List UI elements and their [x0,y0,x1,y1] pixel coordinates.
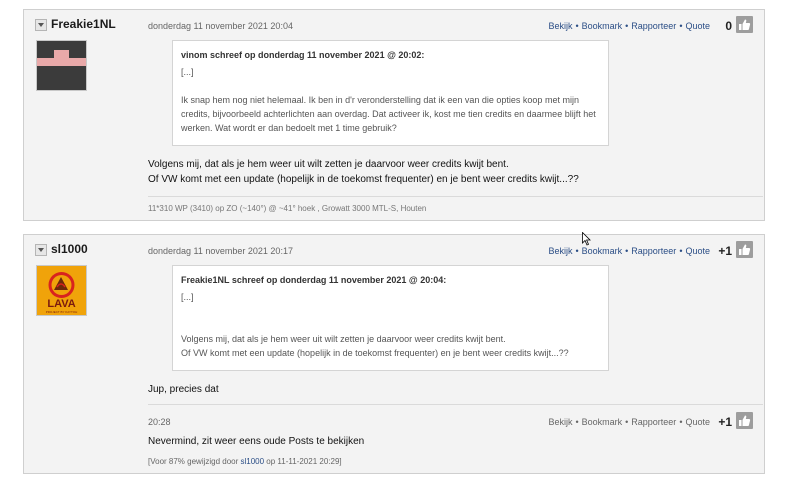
thumbs-up-icon[interactable] [736,412,753,429]
view-link[interactable]: Bekijk [548,417,572,427]
followup-body: Nevermind, zit weer eens oude Posts te b… [148,436,365,447]
post-actions: Bekijk • Bookmark • Rapporteer • Quote [548,246,710,256]
report-link[interactable]: Rapporteer [631,246,676,256]
post-username[interactable]: sl1000 [51,242,88,256]
quote-line: werken. Wat wordt er dan bedoelt met 1 t… [181,123,397,133]
mouse-cursor-icon [582,232,591,246]
post-score: 0 [725,19,732,33]
bookmark-link[interactable]: Bookmark [582,417,623,427]
post-date: donderdag 11 november 2021 20:17 [148,246,293,256]
bookmark-link[interactable]: Bookmark [582,246,623,256]
edit-notice: [Voor 87% gewijzigd door sl1000 op 11-11… [148,457,342,466]
quote-line: Ik snap hem nog niet helemaal. Ik ben in… [181,95,579,105]
post-body: Volgens mij, dat als je hem weer uit wil… [148,157,579,187]
avatar-lettering: LAVA PROJECT BY KAYTOH [46,298,78,314]
view-link[interactable]: Bekijk [548,246,572,256]
view-link[interactable]: Bekijk [548,21,572,31]
collapse-toggle-icon[interactable] [35,19,47,31]
avatar[interactable] [36,40,87,91]
followup-divider [148,404,763,405]
thumbs-up-icon[interactable] [736,241,753,258]
edit-prefix: [Voor 87% gewijzigd door [148,457,241,466]
post-sl1000: sl1000 LAVA PROJECT BY KAYTOH donderdag … [23,234,765,474]
post-score: +1 [718,244,732,258]
post-username[interactable]: Freakie1NL [51,17,116,31]
signature: 11*310 WP (3410) op ZO (~140°) @ ~41° ho… [148,204,427,213]
quote-line: Of VW komt met een update (hopelijk in d… [181,348,569,358]
quote-header: vinom schreef op donderdag 11 november 2… [181,50,425,60]
followup-actions: Bekijk • Bookmark • Rapporteer • Quote [548,417,710,427]
quote-line [181,79,600,93]
report-link[interactable]: Rapporteer [631,417,676,427]
thumbs-up-icon[interactable] [736,16,753,33]
quote-block: vinom schreef op donderdag 11 november 2… [172,40,609,146]
quote-line: [...] [181,292,194,302]
quote-link[interactable]: Quote [685,21,710,31]
avatar-image [37,41,86,90]
avatar-lava-text: LAVA [47,298,75,310]
edit-suffix: op 11-11-2021 20:29] [264,457,342,466]
followup-time: 20:28 [148,417,171,427]
quote-line: Volgens mij, dat als je hem weer uit wil… [181,334,506,344]
quote-line: credits, bijvoorbeeld achterlichten aan … [181,109,596,119]
quote-header: Freakie1NL schreef op donderdag 11 novem… [181,275,447,285]
quote-line [181,304,600,318]
collapse-toggle-icon[interactable] [35,244,47,256]
quote-line [181,318,600,332]
post-body: Jup, precies dat [148,382,219,397]
post-freakie1nl: Freakie1NL donderdag 11 november 2021 20… [23,9,765,221]
bookmark-link[interactable]: Bookmark [582,21,623,31]
avatar-subtext: PROJECT BY KAYTOH [46,310,78,314]
body-line: Of VW komt met een update (hopelijk in d… [148,174,579,185]
report-link[interactable]: Rapporteer [631,21,676,31]
body-line: Volgens mij, dat als je hem weer uit wil… [148,159,509,170]
post-actions: Bekijk • Bookmark • Rapporteer • Quote [548,21,710,31]
quote-block: Freakie1NL schreef op donderdag 11 novem… [172,265,609,371]
followup-score: +1 [718,415,732,429]
quote-link[interactable]: Quote [685,246,710,256]
body-line: Jup, precies dat [148,384,219,395]
edit-user-link[interactable]: sl1000 [241,457,265,466]
quote-link[interactable]: Quote [685,417,710,427]
quote-line: [...] [181,67,194,77]
signature-divider [148,196,763,197]
post-date: donderdag 11 november 2021 20:04 [148,21,293,31]
